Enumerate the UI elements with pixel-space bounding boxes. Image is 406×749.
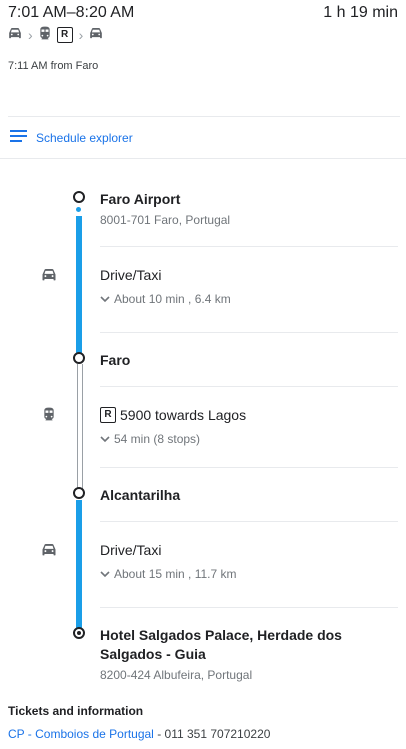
car-icon: [89, 26, 103, 44]
stop-name[interactable]: Faro: [100, 352, 130, 368]
mode-summary: › R ›: [8, 26, 103, 44]
leg-mode-label: Drive/Taxi: [100, 542, 162, 558]
tickets-heading: Tickets and information: [8, 704, 144, 718]
chevron-right-icon: ›: [28, 27, 33, 43]
route-dot: [76, 207, 81, 212]
route-line-drive: [76, 216, 82, 353]
stop-address: 8001-701 Faro, Portugal: [100, 213, 231, 227]
chevron-down-icon: [100, 567, 110, 581]
stop-marker: [73, 191, 85, 203]
stop-marker: [73, 487, 85, 499]
divider: [100, 607, 398, 608]
leg-details-toggle[interactable]: About 15 min , 11.7 km: [100, 567, 237, 581]
leg-details: About 10 min , 6.4 km: [114, 292, 231, 306]
provider-phone: 011 351 707210220: [164, 727, 271, 741]
chevron-right-icon: ›: [78, 27, 84, 43]
destination-marker: [73, 627, 85, 639]
schedule-explorer-label: Schedule explorer: [36, 130, 133, 145]
divider: [8, 116, 400, 117]
leg-mode: R 5900 towards Lagos: [100, 407, 246, 423]
leg-mode: Drive/Taxi: [100, 542, 161, 558]
leg-details: 54 min (8 stops): [114, 432, 201, 446]
departure-info: 7:11 AM from Faro: [8, 60, 99, 72]
trip-duration: 1 h 19 min: [323, 4, 398, 21]
leg-mode: Drive/Taxi: [100, 267, 161, 283]
leg-details-toggle[interactable]: About 10 min , 6.4 km: [100, 292, 231, 306]
train-icon: [43, 407, 55, 426]
stop-marker: [73, 352, 85, 364]
schedule-explorer-button[interactable]: Schedule explorer: [10, 130, 133, 145]
chevron-down-icon: [100, 432, 110, 446]
divider: [0, 158, 406, 159]
leg-details-toggle[interactable]: 54 min (8 stops): [100, 432, 200, 446]
divider: [100, 246, 398, 247]
leg-mode-label: Drive/Taxi: [100, 267, 162, 283]
divider: [100, 386, 398, 387]
route-line-rail: [77, 364, 83, 490]
route-line-drive: [76, 500, 82, 628]
divider: [100, 521, 398, 522]
stop-name[interactable]: Hotel Salgados Palace, Herdade dos Salga…: [100, 626, 390, 664]
chevron-down-icon: [100, 292, 110, 306]
rail-badge: R: [56, 27, 73, 43]
stop-name[interactable]: Alcantarilha: [100, 487, 180, 503]
car-icon: [41, 268, 57, 286]
tickets-info: CP - Comboios de Portugal - 011 351 7072…: [8, 727, 270, 741]
stop-name[interactable]: Faro Airport: [100, 191, 180, 207]
divider: [100, 467, 398, 468]
train-icon: [39, 26, 51, 45]
trip-time-range: 7:01 AM–8:20 AM: [8, 4, 135, 21]
stop-address: 8200-424 Albufeira, Portugal: [100, 668, 253, 682]
leg-details: About 15 min , 11.7 km: [114, 567, 237, 581]
list-icon: [10, 130, 27, 145]
rail-badge: R: [100, 407, 116, 423]
car-icon: [41, 543, 57, 561]
provider-link[interactable]: CP - Comboios de Portugal: [8, 727, 154, 741]
leg-mode-label: 5900 towards Lagos: [120, 407, 247, 423]
divider: [100, 332, 398, 333]
car-icon: [8, 26, 22, 44]
separator: -: [153, 727, 165, 741]
